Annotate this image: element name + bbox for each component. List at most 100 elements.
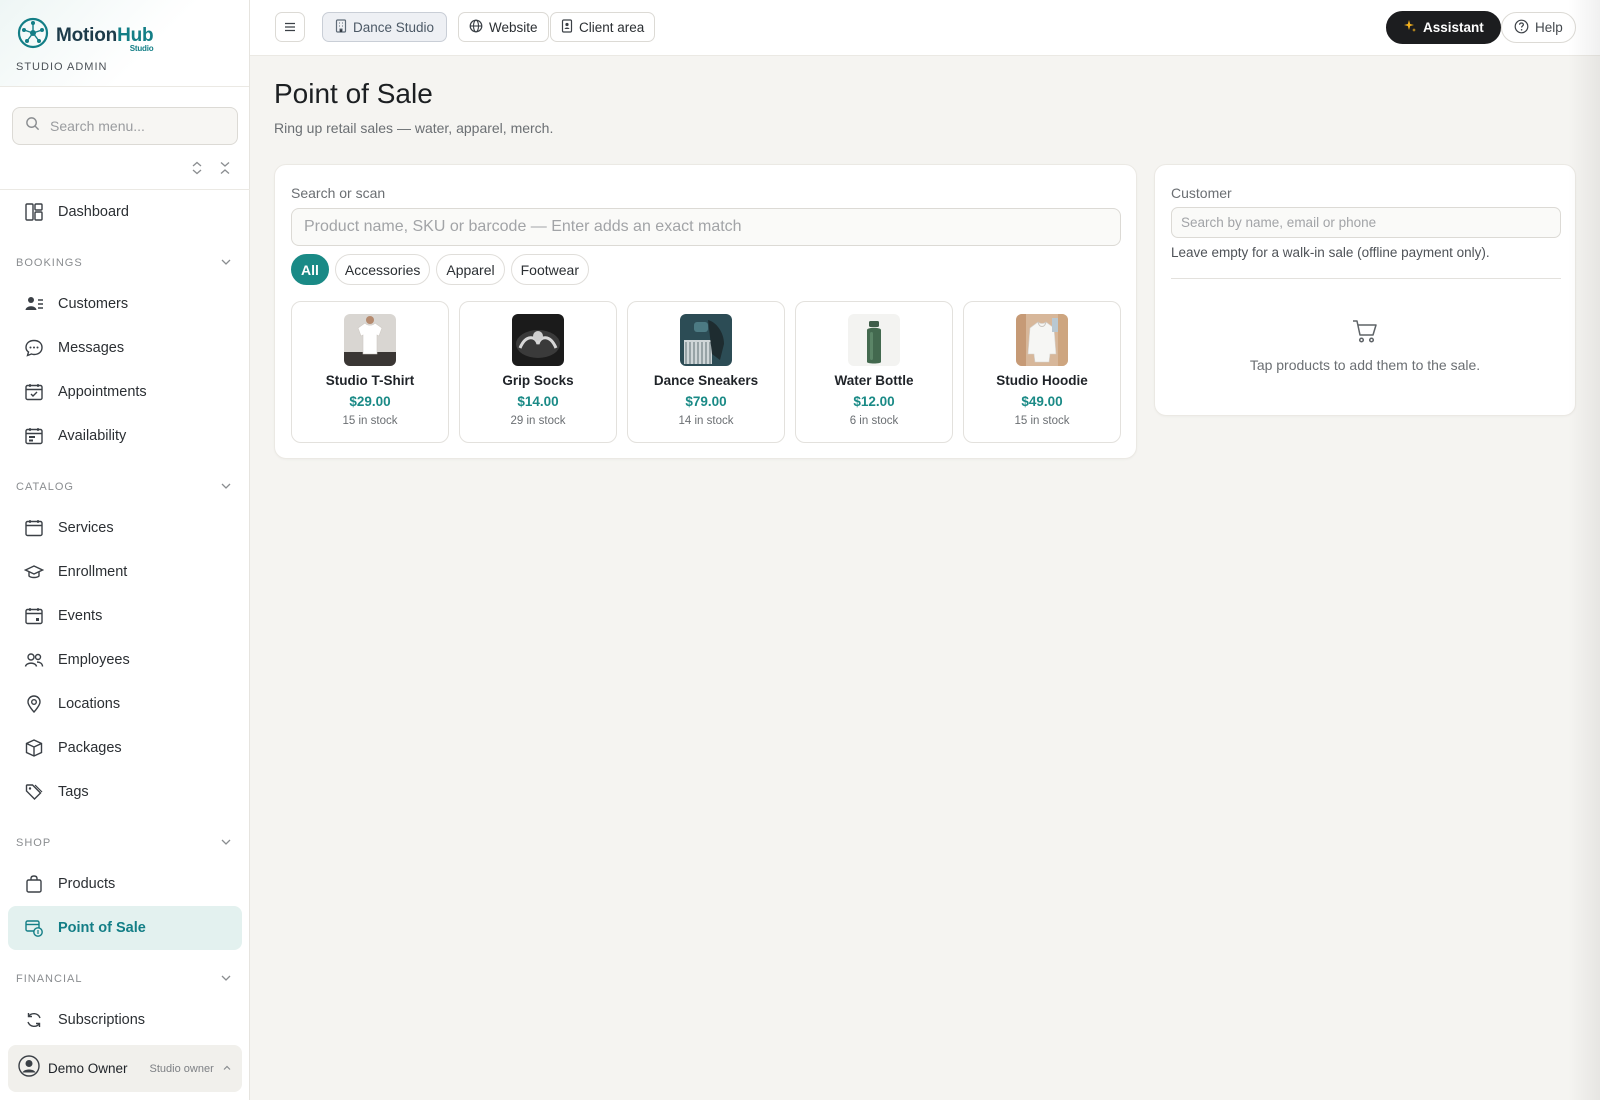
grip-socks-image — [512, 314, 564, 366]
user-role: Studio owner — [149, 1062, 214, 1075]
studio-switcher-button[interactable]: Dance Studio — [322, 12, 448, 42]
brand-header: MotionHub Studio STUDIO ADMIN — [0, 0, 249, 87]
product-search-input[interactable] — [304, 218, 1108, 236]
sidebar-item-events[interactable]: Events — [8, 594, 242, 638]
section-shop[interactable]: SHOP — [8, 814, 242, 862]
category-filters: All Accessories Apparel Footwear — [291, 254, 589, 285]
sidebar-item-label: Locations — [58, 696, 121, 712]
sidebar-item-locations[interactable]: Locations — [8, 682, 242, 726]
user-name: Demo Owner — [48, 1061, 128, 1076]
product-card[interactable]: Grip Socks $14.00 29 in stock — [459, 301, 617, 443]
menu-toggle-button[interactable] — [275, 12, 305, 42]
sidebar-item-tags[interactable]: Tags — [8, 770, 242, 814]
assistant-label: Assistant — [1423, 20, 1484, 35]
sidebar-item-label: Messages — [58, 340, 125, 356]
section-financial[interactable]: FINANCIAL — [8, 950, 242, 998]
sidebar-item-point-of-sale[interactable]: Point of Sale — [8, 906, 242, 950]
brand-role: STUDIO ADMIN — [16, 61, 108, 73]
sidebar-item-products[interactable]: Products — [8, 862, 242, 906]
user-menu[interactable]: Demo Owner Studio owner — [8, 1045, 242, 1092]
sidebar-item-services[interactable]: Services — [8, 506, 242, 550]
brand-name: MotionHub Studio — [56, 24, 154, 53]
sidebar-item-label: Employees — [58, 652, 130, 668]
chevron-down-icon — [220, 836, 232, 851]
client-area-button[interactable]: Client area — [550, 12, 656, 42]
sidebar-item-employees[interactable]: Employees — [8, 638, 242, 682]
users-icon — [24, 650, 44, 670]
product-card[interactable]: Studio Hoodie $49.00 15 in stock — [963, 301, 1121, 443]
product-stock: 6 in stock — [849, 415, 899, 427]
sidebar-item-messages[interactable]: Messages — [8, 326, 242, 370]
customer-search[interactable] — [1171, 207, 1561, 238]
hoodie-image — [1016, 314, 1068, 366]
product-stock: 14 in stock — [678, 415, 734, 427]
water-bottle-image — [848, 314, 900, 366]
section-catalog[interactable]: CATALOG — [8, 458, 242, 506]
sidebar-item-appointments[interactable]: Appointments — [8, 370, 242, 414]
collapse-all-icon[interactable] — [217, 160, 233, 176]
section-label: CATALOG — [16, 481, 74, 493]
product-search[interactable] — [291, 208, 1121, 246]
customer-search-input[interactable] — [1181, 215, 1551, 230]
product-name: Studio Hoodie — [996, 373, 1088, 388]
product-stock: 15 in stock — [342, 415, 398, 427]
sidebar-item-label: Appointments — [58, 384, 147, 400]
calendar-grid-icon — [24, 426, 44, 446]
customer-label: Customer — [1171, 185, 1232, 201]
sparkle-icon — [1403, 19, 1417, 36]
product-price: $49.00 — [1021, 394, 1063, 409]
sidebar-item-customers[interactable]: Customers — [8, 282, 242, 326]
sidebar-item-dashboard[interactable]: Dashboard — [8, 190, 242, 234]
product-card[interactable]: Water Bottle $12.00 6 in stock — [795, 301, 953, 443]
product-name: Studio T-Shirt — [325, 373, 415, 388]
graduation-cap-icon — [24, 562, 44, 582]
tag-icon — [24, 782, 44, 802]
sidebar-item-enrollment[interactable]: Enrollment — [8, 550, 242, 594]
chevron-up-icon — [222, 1060, 232, 1078]
page-subtitle: Ring up retail sales — water, apparel, m… — [274, 120, 554, 136]
help-button[interactable]: Help — [1501, 12, 1576, 43]
chevron-down-icon — [220, 972, 232, 987]
sidebar-item-availability[interactable]: Availability — [8, 414, 242, 458]
sidebar-tools — [189, 160, 233, 176]
sidebar-item-label: Services — [58, 520, 114, 536]
product-stock: 29 in stock — [510, 415, 566, 427]
menu-search[interactable] — [12, 107, 238, 145]
category-chip-accessories[interactable]: Accessories — [334, 254, 431, 285]
assistant-button[interactable]: Assistant — [1386, 11, 1501, 44]
sidebar-item-label: Tags — [58, 784, 89, 800]
sidebar-item-label: Point of Sale — [58, 920, 146, 936]
chevron-down-icon — [220, 256, 232, 271]
product-price: $79.00 — [685, 394, 727, 409]
category-chip-apparel[interactable]: Apparel — [436, 254, 505, 285]
product-price: $14.00 — [517, 394, 559, 409]
product-card[interactable]: Dance Sneakers $79.00 14 in stock — [627, 301, 785, 443]
sidebar-item-packages[interactable]: Packages — [8, 726, 242, 770]
product-card[interactable]: Studio T-Shirt $29.00 15 in stock — [291, 301, 449, 443]
chat-bubble-icon — [24, 338, 44, 358]
section-bookings[interactable]: BOOKINGS — [8, 234, 242, 282]
sidebar-item-label: Enrollment — [58, 564, 128, 580]
sidebar-item-label: Packages — [58, 740, 122, 756]
dashboard-icon — [24, 202, 44, 222]
menu-search-input[interactable] — [50, 118, 220, 134]
sidebar-item-subscriptions[interactable]: Subscriptions — [8, 998, 242, 1042]
brand-logo[interactable]: MotionHub Studio — [16, 16, 233, 55]
hamburger-icon — [284, 20, 296, 35]
section-label: FINANCIAL — [16, 973, 83, 985]
website-button[interactable]: Website — [458, 12, 549, 42]
calendar-check-icon — [24, 382, 44, 402]
page-edge-shadow — [1568, 0, 1600, 1100]
event-calendar-icon — [24, 606, 44, 626]
customer-divider — [1171, 278, 1561, 279]
category-chip-all[interactable]: All — [291, 254, 329, 285]
category-chip-footwear[interactable]: Footwear — [510, 254, 589, 285]
building-icon — [335, 18, 347, 36]
product-stock: 15 in stock — [1014, 415, 1070, 427]
refresh-icon — [24, 1010, 44, 1030]
sidebar-item-label: Subscriptions — [58, 1012, 146, 1028]
sidebar-item-label: Availability — [58, 428, 127, 444]
expand-all-icon[interactable] — [189, 160, 205, 176]
section-label: BOOKINGS — [16, 257, 83, 269]
package-box-icon — [24, 738, 44, 758]
